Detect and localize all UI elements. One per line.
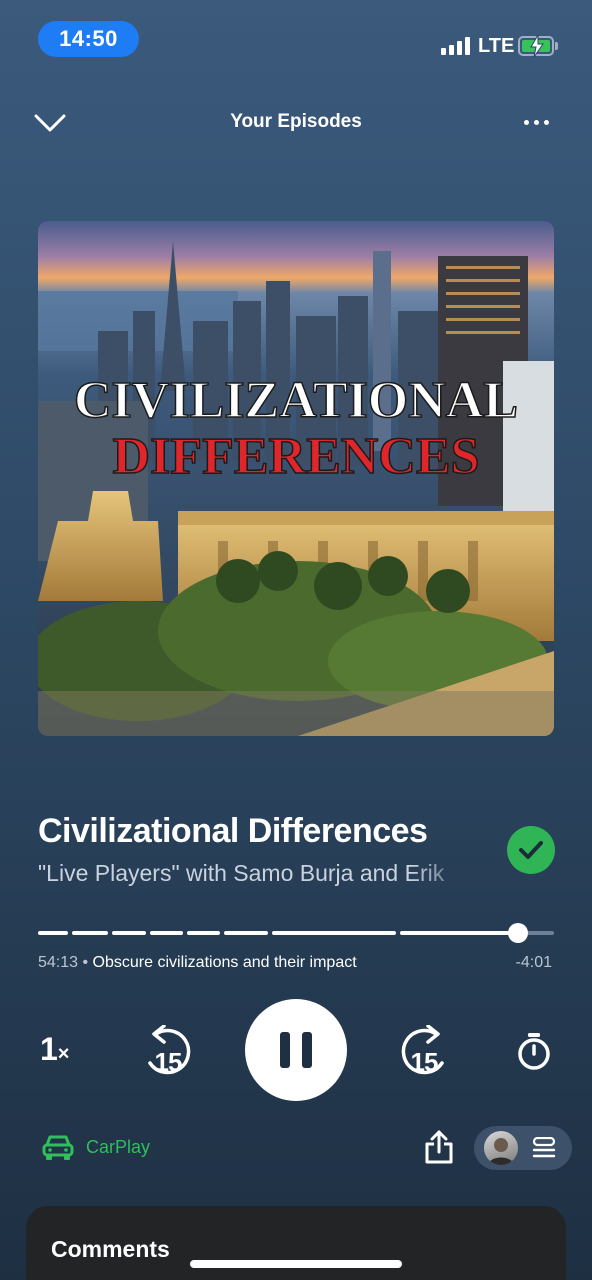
pause-button[interactable] (245, 999, 347, 1101)
forward-15-button[interactable]: 15 (398, 1025, 450, 1077)
more-icon[interactable] (524, 120, 549, 125)
status-time: 14:50 (38, 21, 139, 57)
episode-title: Civilizational Differences (38, 812, 428, 850)
artwork-title-line1: CIVILIZATIONAL (74, 372, 518, 429)
queue-icon (532, 1137, 556, 1158)
rewind-seconds: 15 (154, 1047, 183, 1077)
progress-played-segment (150, 931, 183, 935)
network-type: LTE (478, 35, 515, 57)
battery-icon (518, 35, 554, 57)
up-next-button[interactable] (474, 1126, 572, 1170)
progress-knob[interactable] (507, 923, 528, 943)
header-title: Your Episodes (230, 111, 362, 132)
progress-scrubber[interactable] (38, 923, 554, 943)
home-indicator[interactable] (190, 1260, 402, 1268)
episode-subtitle[interactable]: "Live Players" with Samo Burja and Erik (38, 860, 478, 887)
avatar (484, 1131, 518, 1165)
playback-speed-button[interactable]: 1× (40, 1031, 69, 1068)
cellular-signal-icon (441, 37, 470, 55)
progress-played-segment (224, 931, 268, 935)
progress-played-segment (187, 931, 220, 935)
forward-seconds: 15 (410, 1047, 439, 1077)
progress-played-segment (112, 931, 146, 935)
speed-suffix: × (57, 1043, 70, 1065)
sleep-timer-icon[interactable] (516, 1032, 552, 1075)
elapsed-time: 54:13 (38, 954, 79, 971)
rewind-15-button[interactable]: 15 (142, 1025, 194, 1077)
battery-tip (555, 42, 558, 50)
artwork-title-line2: DIFFERENCES (113, 428, 480, 485)
carplay-button[interactable]: CarPlay (42, 1133, 150, 1161)
episode-artwork: CIVILIZATIONAL DIFFERENCES (38, 221, 554, 736)
remaining-time: -4:01 (515, 954, 552, 971)
speed-value: 1 (40, 1031, 58, 1067)
carplay-label: CarPlay (86, 1136, 151, 1157)
pause-icon-bar-left (280, 1032, 290, 1068)
chapter-title[interactable]: Obscure civilizations and their impact (93, 954, 357, 971)
comments-title: Comments (51, 1236, 170, 1262)
pause-icon-bar-right (302, 1032, 312, 1068)
elapsed-and-chapter: 54:13 • Obscure civilizations and their … (38, 954, 357, 972)
car-icon (42, 1135, 74, 1160)
progress-played-segment (400, 931, 512, 935)
progress-played-segment (38, 931, 68, 935)
checkmark-icon[interactable] (507, 826, 555, 874)
progress-played-segment (272, 931, 396, 935)
progress-played-segment (72, 931, 108, 935)
chapter-separator: • (78, 954, 93, 971)
share-icon[interactable] (424, 1130, 454, 1169)
